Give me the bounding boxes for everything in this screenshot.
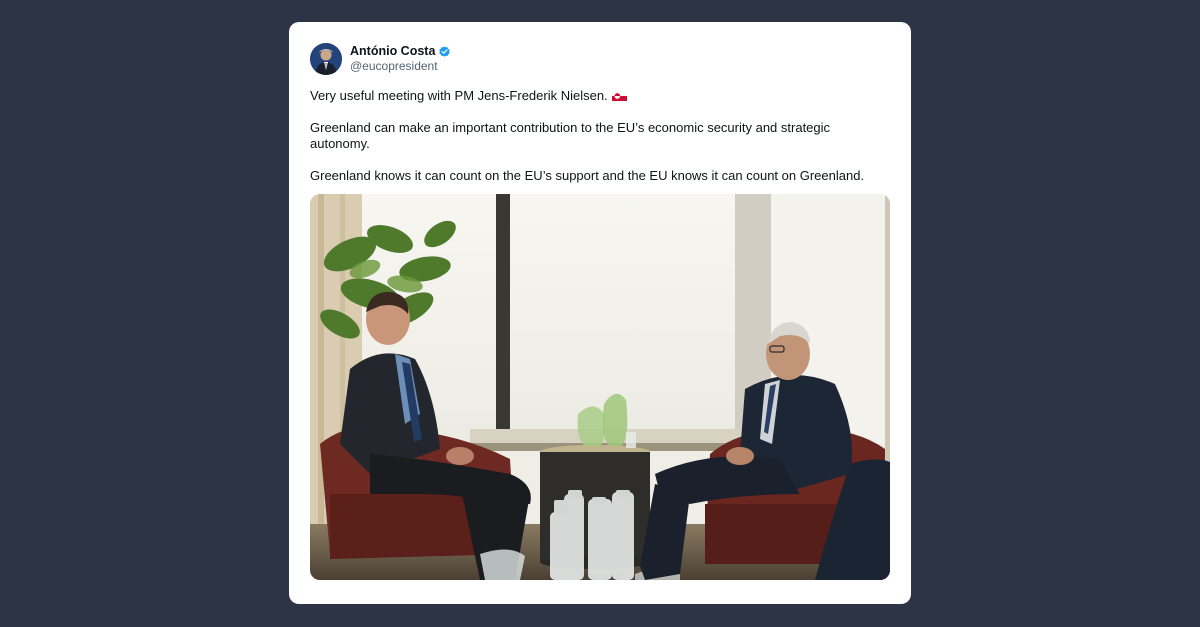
tweet-paragraph: Greenland knows it can count on the EU’s… xyxy=(310,168,865,183)
tweet-paragraph: Greenland can make an important contribu… xyxy=(310,120,831,151)
tweet-text: Very useful meeting with PM Jens-Frederi… xyxy=(310,88,870,200)
author-display-name[interactable]: António Costa xyxy=(350,44,435,59)
tweet-card[interactable]: António Costa @eucopresident Very useful… xyxy=(289,22,911,604)
meeting-photo[interactable] xyxy=(310,194,890,580)
greenland-flag-icon xyxy=(611,89,627,101)
verified-badge-icon xyxy=(438,45,451,58)
author-handle[interactable]: @eucopresident xyxy=(350,59,451,74)
tweet-header: António Costa @eucopresident xyxy=(310,43,451,75)
tweet-paragraph-text: Very useful meeting with PM Jens-Frederi… xyxy=(310,88,608,103)
portrait-avatar-icon[interactable] xyxy=(310,43,342,75)
tweet-paragraph: Very useful meeting with PM Jens-Frederi… xyxy=(310,88,870,104)
